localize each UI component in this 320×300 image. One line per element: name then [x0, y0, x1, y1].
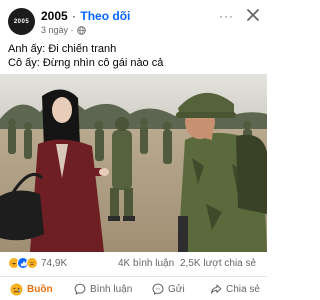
post-caption: Anh ấy: Đi chiến tranh Cô ấy: Đừng nhìn … [8, 42, 163, 70]
share-button[interactable]: Chia sẻ [210, 283, 260, 295]
reaction-button[interactable]: Buồn [10, 283, 53, 296]
page-name[interactable]: 2005 [41, 9, 68, 23]
send-button[interactable]: Gửi [152, 283, 185, 295]
page-avatar[interactable]: 2005 [8, 8, 35, 35]
send-label: Gửi [168, 283, 185, 295]
separator-dot: · [72, 9, 77, 23]
photo-scene [0, 74, 267, 252]
share-label: Chia sẻ [226, 283, 260, 295]
post-meta: 3 ngày · [41, 25, 86, 35]
sad-face-icon [10, 283, 23, 296]
follow-button[interactable]: Theo dõi [80, 9, 130, 23]
comment-label: Bình luận [90, 283, 133, 295]
caption-line: Anh ấy: Đi chiến tranh [8, 43, 117, 55]
close-icon[interactable] [245, 7, 261, 23]
title-row: 2005 · Theo dõi [41, 9, 130, 23]
share-count[interactable]: 2,5K lượt chia sẻ [180, 258, 256, 269]
comment-button[interactable]: Bình luận [74, 283, 132, 295]
post-stats: 74,9K 4K bình luận 2,5K lượt chia sẻ [0, 254, 267, 272]
caption-line: Cô ấy: Đừng nhìn cô gái nào cả [8, 57, 164, 69]
reaction-count: 74,9K [41, 257, 68, 269]
post-photo[interactable] [0, 74, 267, 252]
post-time[interactable]: 3 ngày · [41, 25, 74, 35]
comment-icon [74, 283, 86, 295]
more-options-button[interactable]: ··· [219, 9, 234, 23]
share-icon [210, 284, 222, 294]
post-header: 2005 2005 · Theo dõi 3 ngày · ··· [0, 0, 267, 40]
action-bar: Buồn Bình luận Gửi Chia sẻ [0, 276, 267, 300]
globe-icon [76, 25, 86, 35]
sad-reaction-icon [26, 257, 38, 269]
reaction-label: Buồn [27, 284, 53, 295]
messenger-icon [152, 283, 164, 295]
comment-count[interactable]: 4K bình luận [118, 258, 174, 269]
reaction-summary[interactable]: 74,9K [8, 257, 67, 269]
